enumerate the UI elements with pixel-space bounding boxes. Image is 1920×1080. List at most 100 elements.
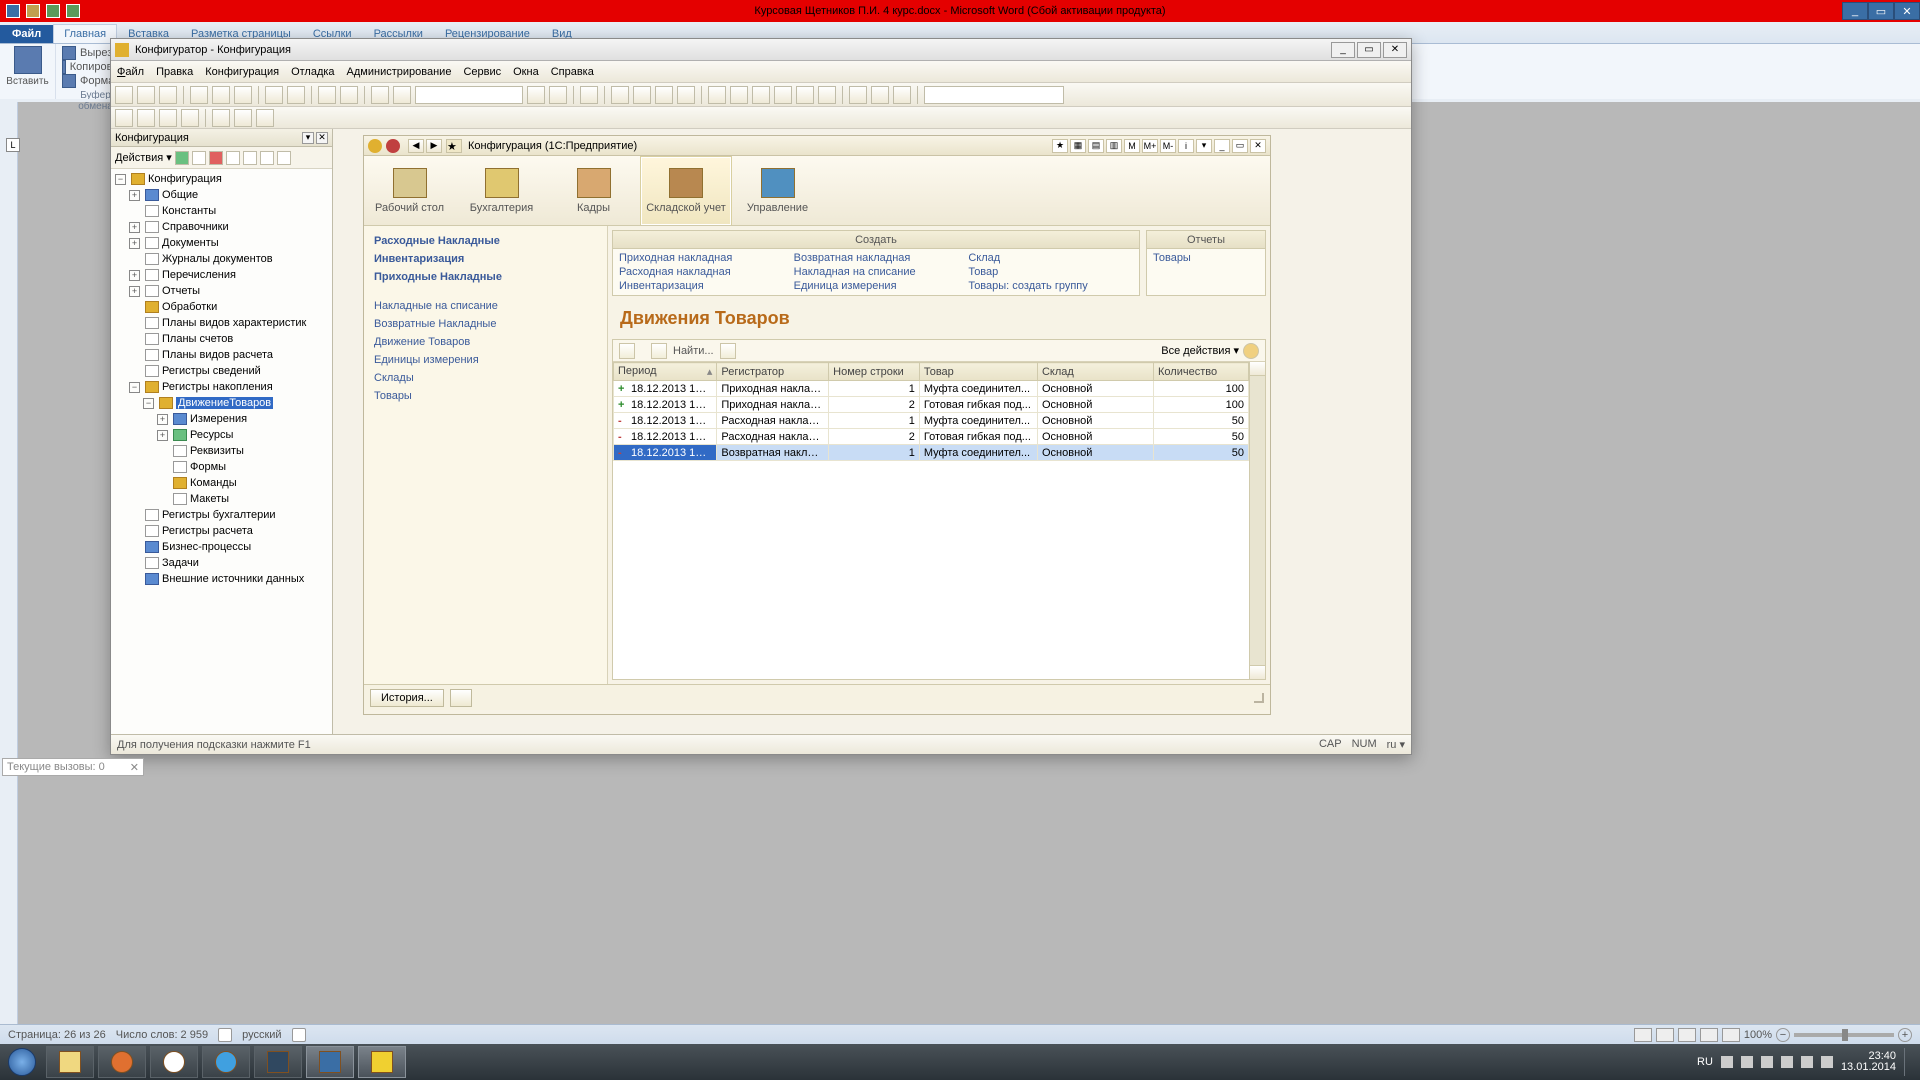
- ent-close-round-icon[interactable]: [386, 139, 400, 153]
- cfg-down-icon[interactable]: [243, 151, 257, 165]
- menu-help[interactable]: Справка: [551, 66, 594, 78]
- zoom-slider[interactable]: [1794, 1033, 1894, 1037]
- redo-icon[interactable]: [66, 4, 80, 18]
- scroll-down-icon[interactable]: [1250, 665, 1265, 679]
- view-outline-icon[interactable]: [1700, 1028, 1718, 1042]
- task-1c[interactable]: [358, 1046, 406, 1078]
- tb-icon[interactable]: [730, 86, 748, 104]
- section-accounting[interactable]: Бухгалтерия: [456, 156, 548, 225]
- tb2-icon[interactable]: [256, 109, 274, 127]
- menu-windows[interactable]: Окна: [513, 66, 539, 78]
- tray-network-icon[interactable]: [1801, 1056, 1813, 1068]
- tb-help-icon[interactable]: [677, 86, 695, 104]
- tree-layouts[interactable]: Макеты: [190, 493, 229, 505]
- ent-minimize-button[interactable]: _: [1214, 139, 1230, 153]
- status-page[interactable]: Страница: 26 из 26: [8, 1029, 106, 1041]
- nav-tov[interactable]: Товары: [374, 389, 597, 404]
- start-button[interactable]: [0, 1044, 44, 1080]
- create-link[interactable]: Товары: создать группу: [968, 280, 1133, 292]
- tb2-icon[interactable]: [115, 109, 133, 127]
- ent-close-button[interactable]: ✕: [1250, 139, 1266, 153]
- ent-forward-button[interactable]: ▶: [426, 139, 442, 153]
- zoom-out-button[interactable]: −: [1776, 1028, 1790, 1042]
- tree-documents[interactable]: Документы: [162, 237, 219, 249]
- create-link[interactable]: Приходная накладная: [619, 252, 784, 264]
- undo-icon[interactable]: [46, 4, 60, 18]
- cfg-delete-icon[interactable]: [209, 151, 223, 165]
- tb-icon[interactable]: [655, 86, 673, 104]
- tray-show-hidden-icon[interactable]: [1721, 1056, 1733, 1068]
- reg-find-label[interactable]: Найти...: [673, 345, 714, 357]
- scroll-up-icon[interactable]: [1250, 362, 1265, 376]
- tb-paste-icon[interactable]: [234, 86, 252, 104]
- tb-icon[interactable]: [849, 86, 867, 104]
- cfg-panel-close-icon[interactable]: ✕: [316, 132, 328, 144]
- tb-icon[interactable]: [633, 86, 651, 104]
- tb-cut-icon[interactable]: [190, 86, 208, 104]
- ent-maximize-button[interactable]: ▭: [1232, 139, 1248, 153]
- tree-tasks[interactable]: Задачи: [162, 557, 199, 569]
- tree-common[interactable]: Общие: [162, 189, 198, 201]
- cfg-status-lang[interactable]: ru ▾: [1387, 738, 1405, 751]
- create-link[interactable]: Товар: [968, 266, 1133, 278]
- ent-footer-tool-icon[interactable]: [450, 689, 472, 707]
- tb-find-combo[interactable]: [415, 86, 523, 104]
- nav-skl[interactable]: Склады: [374, 371, 597, 386]
- tb-save-icon[interactable]: [159, 86, 177, 104]
- tb-icon[interactable]: [371, 86, 389, 104]
- tree-dims[interactable]: Измерения: [190, 413, 247, 425]
- copy-icon[interactable]: [62, 60, 66, 74]
- status-zoom[interactable]: 100%: [1744, 1029, 1772, 1041]
- tb-icon[interactable]: [893, 86, 911, 104]
- tb-find-icon[interactable]: [393, 86, 411, 104]
- tb2-icon[interactable]: [181, 109, 199, 127]
- ent-tool-icon[interactable]: ▤: [1088, 139, 1104, 153]
- tb2-icon[interactable]: [234, 109, 252, 127]
- ent-tool-icon[interactable]: ★: [1052, 139, 1068, 153]
- tree-cmds[interactable]: Команды: [190, 477, 237, 489]
- tb-icon[interactable]: [549, 86, 567, 104]
- create-link[interactable]: Склад: [968, 252, 1133, 264]
- tb-icon[interactable]: [265, 86, 283, 104]
- tree-processing[interactable]: Обработки: [162, 301, 217, 313]
- section-warehouse[interactable]: Складской учет: [640, 156, 732, 225]
- tb-icon[interactable]: [871, 86, 889, 104]
- nav-ed[interactable]: Единицы измерения: [374, 353, 597, 368]
- reg-filter-icon[interactable]: [720, 343, 736, 359]
- tab-file[interactable]: Файл: [0, 25, 53, 43]
- tree-dvizh-selected[interactable]: ДвижениеТоваров: [176, 397, 273, 409]
- ent-back-button[interactable]: ◀: [408, 139, 424, 153]
- tb2-icon[interactable]: [159, 109, 177, 127]
- tb2-icon[interactable]: [137, 109, 155, 127]
- tree-constants[interactable]: Константы: [162, 205, 216, 217]
- cfg-tree[interactable]: −Конфигурация +Общие Константы +Справочн…: [111, 169, 332, 734]
- tree-res[interactable]: Ресурсы: [190, 429, 233, 441]
- task-skype[interactable]: [202, 1046, 250, 1078]
- window-close-button[interactable]: ✕: [1894, 2, 1920, 20]
- save-icon[interactable]: [26, 4, 40, 18]
- table-row[interactable]: - 18.12.2013 15:0...Расходная накладн...…: [614, 429, 1249, 445]
- tree-charchar[interactable]: Планы видов характеристик: [162, 317, 306, 329]
- tb-copy-icon[interactable]: [212, 86, 230, 104]
- menu-admin[interactable]: Администрирование: [347, 66, 452, 78]
- task-yandex[interactable]: [150, 1046, 198, 1078]
- show-desktop-button[interactable]: [1904, 1048, 1912, 1076]
- task-explorer[interactable]: [46, 1046, 94, 1078]
- tree-reports[interactable]: Отчеты: [162, 285, 200, 297]
- window-minimize-button[interactable]: _: [1842, 2, 1868, 20]
- create-link[interactable]: Накладная на списание: [794, 266, 959, 278]
- grid-vscroll[interactable]: [1249, 362, 1265, 679]
- menu-file[interactable]: Файл: [117, 66, 144, 78]
- status-lang[interactable]: русский: [242, 1029, 281, 1041]
- tb-open-icon[interactable]: [137, 86, 155, 104]
- tree-calcreg[interactable]: Регистры расчета: [162, 525, 253, 537]
- section-management[interactable]: Управление: [732, 156, 824, 225]
- status-track-icon[interactable]: [292, 1028, 306, 1042]
- ent-mplus-button[interactable]: M+: [1142, 139, 1158, 153]
- cfg-close-button[interactable]: ✕: [1383, 42, 1407, 58]
- tab-home[interactable]: Главная: [53, 24, 117, 43]
- tb-icon[interactable]: [818, 86, 836, 104]
- tray-volume-icon[interactable]: [1821, 1056, 1833, 1068]
- nav-nakl[interactable]: Накладные на списание: [374, 299, 597, 314]
- tb-undo-icon[interactable]: [318, 86, 336, 104]
